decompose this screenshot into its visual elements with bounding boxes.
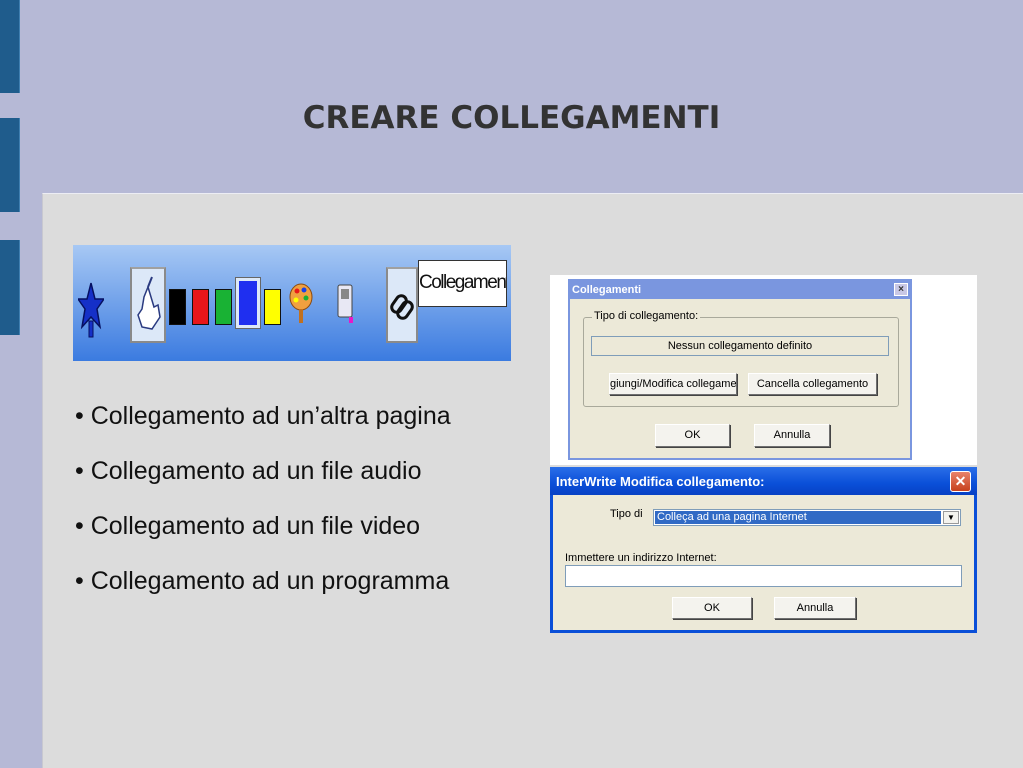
collegamenti-dialog: Collegamenti × Tipo di collegamento: Nes… — [568, 279, 912, 460]
cancel-button[interactable]: Annulla — [754, 424, 830, 447]
palette-icon[interactable] — [288, 281, 314, 327]
ok-button[interactable]: OK — [655, 424, 730, 447]
close-icon[interactable]: × — [894, 283, 908, 296]
bullet-list: • Collegamento ad un’altra pagina • Coll… — [75, 398, 535, 618]
bullet-item: • Collegamento ad un file audio — [75, 457, 422, 485]
color-swatch-blue[interactable] — [235, 277, 261, 329]
link-type-select[interactable]: Colleça ad una pagina Internet ▼ — [653, 509, 961, 526]
url-label: Immettere un indirizzo Internet: — [565, 552, 717, 564]
chevron-down-icon[interactable]: ▼ — [943, 511, 959, 524]
color-swatch-red[interactable] — [192, 289, 209, 325]
interwrite-toolbar: Collegamenti — [73, 245, 511, 361]
bullet-item: • Collegamento ad un file video — [75, 512, 421, 540]
color-swatch-yellow[interactable] — [264, 289, 281, 325]
link-type-group-label: Tipo di collegamento: — [592, 310, 701, 322]
interwrite-title: InterWrite Modifica collegamento: — [556, 474, 765, 489]
link-type-label: Tipo di — [610, 508, 643, 520]
color-swatch-black[interactable] — [169, 289, 186, 325]
link-type-selected-value: Colleça ad una pagina Internet — [655, 511, 941, 524]
slide-title: CREARE COLLEGAMENTI — [302, 100, 721, 136]
slide-tab-3 — [0, 240, 20, 335]
interwrite-link-dialog: InterWrite Modifica collegamento: ✕ Tipo… — [550, 467, 977, 633]
add-edit-link-button[interactable]: giungi/Modifica collegamen — [609, 373, 737, 395]
link-type-group: Tipo di collegamento: Nessun collegament… — [583, 310, 899, 407]
eraser-tool-icon[interactable] — [335, 281, 355, 329]
cancel-link-button[interactable]: Cancella collegamento — [748, 373, 877, 395]
chain-link-icon — [390, 294, 414, 320]
bullet-item: • Collegamento ad un programma — [75, 567, 450, 595]
collegamenti-titlebar: Collegamenti × — [570, 281, 910, 299]
close-icon[interactable]: ✕ — [950, 471, 971, 492]
collegamenti-title: Collegamenti — [572, 284, 642, 296]
toolbar-label-collegamenti: Collegamenti — [418, 260, 507, 307]
slide-tab-1 — [0, 0, 20, 93]
bullet-item: • Collegamento ad un’altra pagina — [75, 402, 451, 430]
pen-tool-button[interactable] — [130, 267, 166, 343]
color-swatch-green[interactable] — [215, 289, 232, 325]
interwrite-titlebar: InterWrite Modifica collegamento: ✕ — [550, 467, 977, 495]
cancel-button[interactable]: Annulla — [774, 597, 856, 619]
pen-hand-icon — [137, 276, 161, 330]
star-tool-icon[interactable] — [76, 281, 106, 339]
ok-button[interactable]: OK — [672, 597, 752, 619]
url-input[interactable] — [565, 565, 962, 587]
link-tool-button[interactable] — [386, 267, 418, 343]
link-status-field: Nessun collegamento definito — [591, 336, 889, 356]
